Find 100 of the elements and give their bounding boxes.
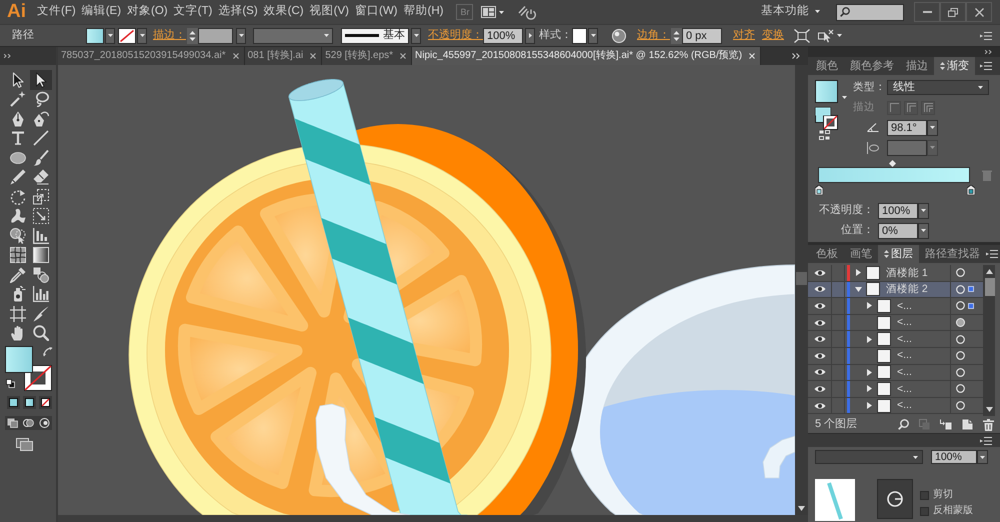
location-dropdown-button[interactable] [918,222,929,238]
dock-chevrons-icon[interactable] [985,50,992,54]
layer-row[interactable]: 酒楼能 2 [808,282,983,298]
gradient-type-dropdown[interactable]: 线性 [887,80,989,95]
document-tab[interactable]: 529 [转换].eps* [322,47,412,65]
target-ring-icon[interactable] [956,401,965,410]
checkbox[interactable] [920,490,929,500]
menu-item[interactable]: 文件(F) [37,5,76,19]
panel-tab[interactable]: 图层 [878,245,919,263]
panel-menu-icon[interactable] [980,32,992,40]
target-ring-icon[interactable] [956,384,965,394]
overlapping-squares-icon[interactable] [7,418,18,428]
panel-tab[interactable]: 描边 [900,57,934,75]
collapsed-triangle-icon[interactable] [856,269,860,276]
collapsed-triangle-icon[interactable] [866,402,872,410]
collapse-chevrons-icon[interactable] [4,54,11,58]
stepper-icon[interactable] [671,28,682,44]
ring-dot-icon[interactable] [39,418,50,428]
make-mask-button[interactable] [877,479,913,519]
panel-tab[interactable]: 画笔 [844,245,878,263]
cursor-cross-icon[interactable] [818,28,834,42]
stop-marker-icon[interactable] [815,185,823,195]
panel-tab[interactable]: 颜色 [810,57,844,75]
graphic-style-swatch[interactable] [572,28,587,44]
tool-button[interactable] [30,70,52,90]
angle-field[interactable]: 98.1° [887,120,927,136]
scroll-up-arrow-icon[interactable] [986,269,992,274]
opacity-link[interactable]: 不透明度： [428,28,483,42]
tool-button[interactable] [30,226,52,246]
layer-row[interactable]: <... [808,331,983,348]
new-page-icon[interactable] [962,419,973,430]
menu-item[interactable]: 选择(S) [218,5,258,19]
target-ring-icon[interactable] [956,284,965,294]
variable-width-field[interactable] [253,28,333,44]
globe-icon[interactable] [612,28,626,42]
tool-button[interactable] [30,206,52,226]
color-mode-button[interactable] [7,396,20,409]
opacity-field[interactable]: 100% [878,202,918,218]
target-ring-icon[interactable] [956,268,965,278]
checkbox[interactable] [920,506,929,516]
target-ring-icon[interactable] [956,351,965,360]
eye-icon[interactable] [814,318,826,327]
four-squares-icon[interactable] [819,130,830,140]
menu-item[interactable]: 编辑(E) [82,5,122,19]
tool-button[interactable] [30,246,52,265]
eye-icon[interactable] [814,352,826,360]
slashed-square-icon[interactable] [24,365,52,391]
fill-dropdown-button[interactable] [105,28,115,44]
bridge-button[interactable]: Br [456,4,474,20]
crop-marks-icon[interactable] [794,28,810,42]
stroke-link[interactable]: 描边： [153,28,186,42]
panel-menu-icon[interactable] [980,62,992,70]
more-tabs-chevrons-icon[interactable] [792,53,800,59]
eye-icon[interactable] [814,268,826,277]
stepper-icon[interactable] [187,28,198,44]
target-ring-icon[interactable] [956,334,965,344]
window-layout-icon[interactable] [481,6,496,18]
panel-tab[interactable]: 颜色参考 [844,57,900,75]
stroke-weight-field[interactable] [198,28,233,44]
opacity-dropdown-button[interactable] [977,450,988,464]
fill-stroke-swatch-icon[interactable] [815,107,838,130]
angle-dropdown-button[interactable] [927,120,938,136]
menu-item[interactable]: 对象(O) [127,5,168,19]
eye-icon[interactable] [814,402,826,410]
stroke-weight-dropdown[interactable] [236,28,246,44]
workspace-switcher[interactable]: 基本功能 [761,5,820,19]
location-field[interactable]: 0% [878,222,918,238]
stop-marker-icon[interactable] [967,185,975,195]
collapsed-triangle-icon[interactable] [866,385,872,392]
align-link[interactable]: 对齐 [733,28,755,42]
close-icon[interactable] [400,53,406,59]
eye-icon[interactable] [814,335,826,344]
scrollbar-thumb[interactable] [796,272,807,285]
layer-row[interactable]: <... [808,364,983,382]
layer-row[interactable]: <... [808,314,983,332]
panel-menu-icon[interactable] [986,250,998,258]
caret-icon[interactable] [842,96,847,99]
profile-dropdown-button[interactable] [411,28,421,44]
stroke-profile-dropdown[interactable]: 基本 [341,28,409,44]
filled-circle-icon[interactable] [956,318,965,328]
arrow-square-icon[interactable] [940,419,952,430]
search-field[interactable] [836,4,904,20]
gradient-ramp[interactable] [818,167,970,183]
eye-icon[interactable] [814,285,826,294]
scroll-down-arrow-icon[interactable] [798,506,805,511]
close-icon[interactable] [310,53,316,59]
eye-icon[interactable] [814,384,826,393]
layers-scroll-thumb[interactable] [984,278,994,296]
panel-menu-icon[interactable] [980,436,992,444]
close-button[interactable] [966,2,992,22]
none-mode-button[interactable] [39,396,52,409]
layer-row[interactable]: <... [808,381,983,398]
restore-button[interactable] [940,2,966,22]
fill-color-swatch[interactable] [5,346,33,373]
tool-button[interactable] [30,284,52,304]
opacity-slider-button[interactable] [525,28,535,44]
document-tab[interactable]: Nipic_455997_20150808155348604000[转换].ai* @ 152.62% (RGB/预览) [412,47,762,65]
menu-item[interactable]: 窗口(W) [354,5,398,19]
search-icon[interactable] [898,419,909,430]
close-icon[interactable] [232,53,239,59]
